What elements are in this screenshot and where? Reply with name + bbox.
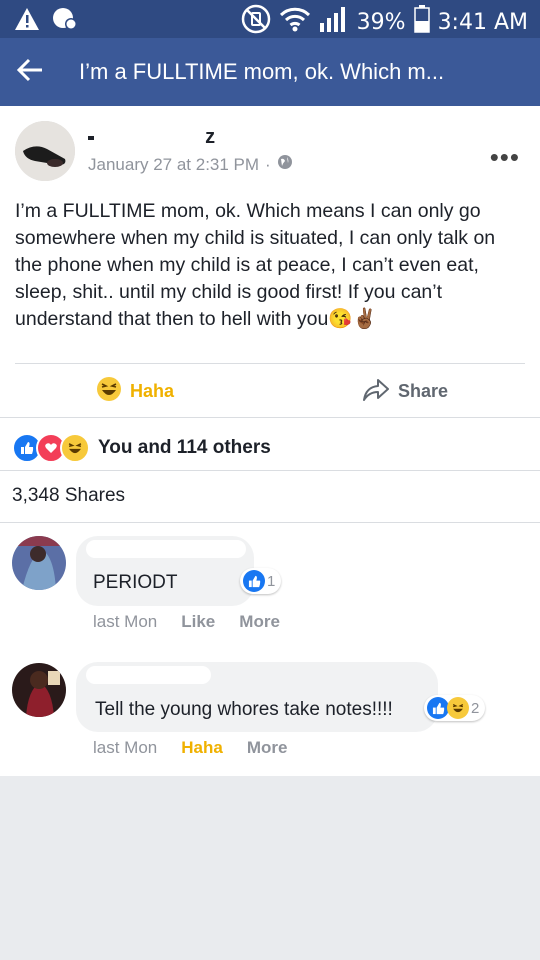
author-name[interactable]: z (88, 126, 215, 149)
globe-icon (277, 154, 293, 175)
like-icon (427, 697, 449, 719)
comment-meta: last Mon Haha More (93, 738, 287, 758)
haha-button[interactable]: Haha (96, 376, 174, 407)
comment-reaction-count: 1 (267, 572, 276, 590)
commenter-avatar[interactable] (12, 663, 66, 717)
meta-separator: · (265, 154, 271, 174)
haha-icon (96, 376, 122, 407)
divider (15, 363, 525, 364)
shares-count[interactable]: 3,348 Shares (12, 485, 125, 507)
comment-haha-button[interactable]: Haha (181, 738, 223, 758)
comment-more-button[interactable]: More (239, 612, 280, 632)
back-arrow-icon[interactable] (16, 56, 46, 86)
comment-time: last Mon (93, 738, 158, 757)
comment-reactions[interactable]: 1 (240, 568, 282, 594)
divider (0, 522, 540, 523)
commenter-name-redacted (86, 540, 246, 558)
commenter-name-redacted (86, 666, 211, 684)
comment-more-button[interactable]: More (247, 738, 288, 758)
share-icon (362, 376, 390, 407)
comment-text: PERIODT (93, 572, 178, 593)
commenter-avatar[interactable] (12, 536, 66, 590)
battery-percent: 39% (356, 9, 406, 35)
share-button[interactable]: Share (362, 376, 448, 407)
mute-icon (241, 4, 271, 40)
divider (0, 470, 540, 471)
comment-bubble[interactable]: Tell the young whores take notes!!!! (76, 662, 438, 732)
post-date[interactable]: January 27 at 2:31 PM (88, 155, 259, 175)
haha-icon (447, 697, 469, 719)
post-text: I’m a FULLTIME mom, ok. Which means I ca… (15, 200, 496, 330)
reactions-text: You and 114 others (98, 437, 271, 458)
reactions-summary[interactable]: You and 114 others (12, 433, 271, 463)
comment-time: last Mon (93, 612, 158, 631)
warning-icon (14, 7, 40, 36)
comment-like-button[interactable]: Like (181, 612, 215, 632)
more-icon[interactable]: ••• (490, 142, 520, 173)
battery-icon (413, 5, 430, 39)
header: I’m a FULLTIME mom, ok. Which m... (0, 38, 540, 106)
post-card: z January 27 at 2:31 PM · ••• I’m a FULL… (0, 106, 540, 776)
wifi-icon (279, 6, 311, 38)
comment-reactions[interactable]: 2 (424, 695, 486, 721)
comment-meta: last Mon Like More (93, 612, 280, 632)
signal-icon (319, 5, 349, 39)
divider (0, 417, 540, 418)
haha-icon (60, 433, 90, 463)
author-avatar[interactable] (15, 121, 75, 181)
haha-label: Haha (130, 381, 175, 401)
post-meta: January 27 at 2:31 PM · (88, 154, 293, 175)
notification-icon (52, 6, 78, 37)
post-emojis: 😘✌🏾 (328, 308, 377, 330)
comment-reaction-count: 2 (471, 699, 480, 717)
like-icon (243, 570, 265, 592)
share-label: Share (398, 381, 449, 401)
status-bar: 39% 3:41 AM (0, 0, 540, 38)
comment-bubble[interactable]: PERIODT (76, 536, 254, 606)
comment-text: Tell the young whores take notes!!!! (95, 699, 393, 720)
clock: 3:41 AM (437, 9, 528, 35)
page-title: I’m a FULLTIME mom, ok. Which m... (79, 59, 445, 84)
